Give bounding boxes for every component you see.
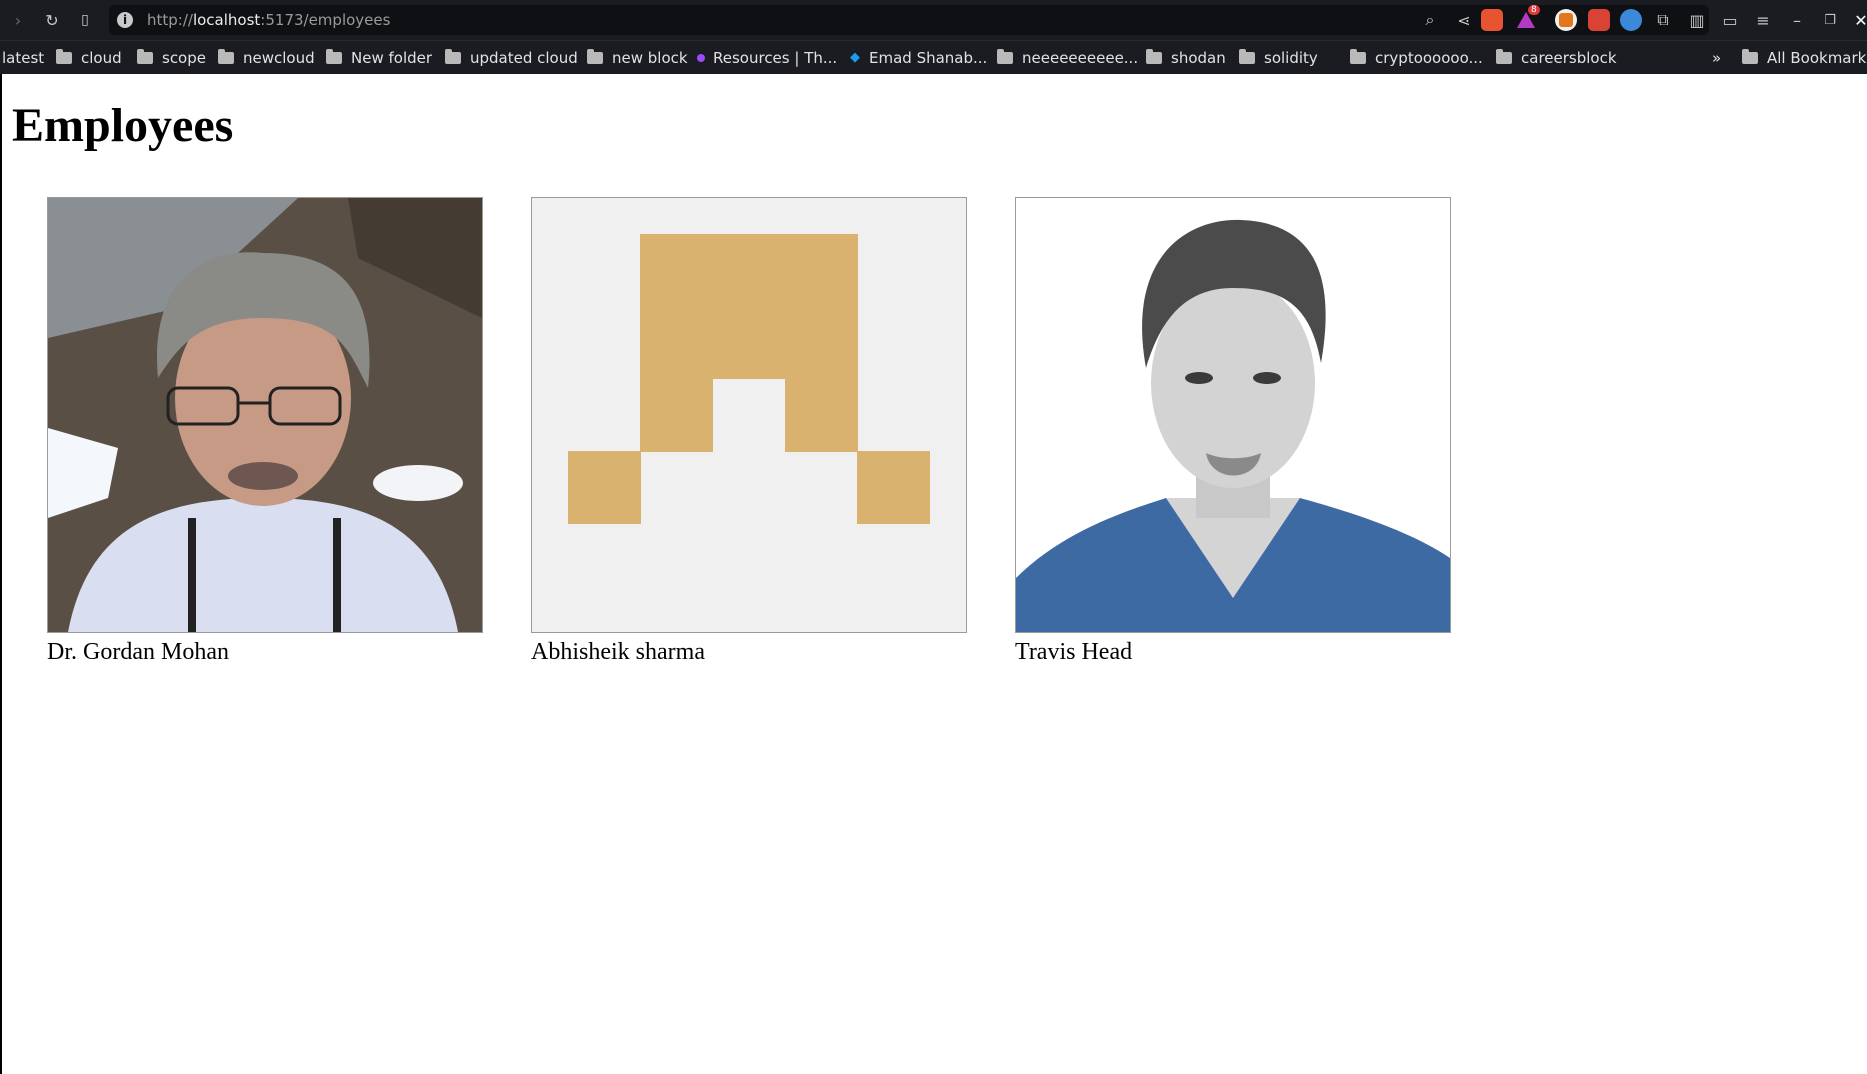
employee-card: Travis Head [1015, 197, 1451, 666]
identicon-block [640, 234, 858, 380]
employee-card: Abhisheik sharma [531, 197, 967, 666]
share-icon[interactable]: ⋖ [1452, 8, 1476, 32]
bookmark-new-folder[interactable]: New folder [326, 41, 432, 74]
folder-icon [445, 48, 461, 64]
employee-name: Abhisheik sharma [531, 639, 705, 665]
zoom-icon[interactable]: ⌕ [1418, 8, 1442, 32]
bookmark-newcloud[interactable]: newcloud [218, 41, 315, 74]
bookmark-neeee[interactable]: neeeeeeeeee... [997, 41, 1138, 74]
employee-photo [1015, 197, 1451, 633]
employee-photo [531, 197, 967, 633]
bookmark-solidity[interactable]: solidity [1239, 41, 1318, 74]
bookmark-new-block[interactable]: new block [587, 41, 688, 74]
restore-icon[interactable]: ❐ [1818, 8, 1842, 32]
folder-icon [1742, 48, 1758, 64]
extension-blue-icon[interactable] [1620, 9, 1642, 31]
bookmark-updated-cloud[interactable]: updated cloud [445, 41, 578, 74]
folder-icon [587, 48, 603, 64]
bookmark-shodan[interactable]: shodan [1146, 41, 1226, 74]
notification-badge: 8 [1528, 5, 1540, 15]
rewards-icon[interactable]: 8 [1515, 5, 1540, 31]
twitter-icon: ◆ [850, 50, 860, 65]
resources-icon [697, 53, 705, 62]
bookmark-latest[interactable]: latest [2, 41, 44, 74]
reload-icon[interactable]: ↻ [40, 8, 64, 32]
page-content: Employees Dr. Gordan Mohan Abhisheik sha… [0, 74, 1867, 1074]
identicon-block [640, 379, 713, 452]
employee-card: Dr. Gordan Mohan [47, 197, 483, 666]
bookmark-icon[interactable]: ▯ [73, 8, 97, 32]
employee-name: Travis Head [1015, 639, 1133, 665]
identicon-block [857, 451, 930, 524]
brave-shield-icon[interactable] [1481, 9, 1503, 31]
folder-icon [1146, 48, 1162, 64]
menu-icon[interactable]: ≡ [1751, 8, 1775, 32]
wallet-icon[interactable]: ▭ [1718, 8, 1742, 32]
bookmark-cloud[interactable]: cloud [56, 41, 122, 74]
metamask-icon[interactable] [1555, 9, 1577, 31]
bookmark-crypto[interactable]: cryptoooooo... [1350, 41, 1483, 74]
minimize-icon[interactable]: – [1785, 8, 1809, 32]
url-text[interactable]: http://localhost:5173/employees [147, 5, 390, 35]
address-bar[interactable]: i http://localhost:5173/employees ⌕ ⋖ [109, 5, 1709, 35]
extensions-icon[interactable]: ⧉ [1651, 8, 1675, 32]
page-title: Employees [12, 99, 234, 152]
identicon-block [568, 451, 641, 524]
browser-toolbar: › ↻ ▯ i http://localhost:5173/employees … [0, 0, 1867, 40]
folder-icon [997, 48, 1013, 64]
folder-icon [1239, 48, 1255, 64]
site-info-icon[interactable]: i [117, 12, 133, 28]
all-bookmarks-button[interactable]: All Bookmarks [1742, 41, 1867, 74]
employee-photo [47, 197, 483, 633]
bookmarks-bar: latest cloud scope newcloud New folder u… [0, 40, 1867, 74]
identicon-block [785, 379, 858, 452]
forward-icon[interactable]: › [6, 8, 30, 32]
folder-icon [137, 48, 153, 64]
folder-icon [218, 48, 234, 64]
folder-icon [326, 48, 342, 64]
folder-icon [1496, 48, 1512, 64]
folder-icon [1350, 48, 1366, 64]
bookmark-emad[interactable]: ◆ Emad Shanab... [850, 41, 987, 74]
employee-name: Dr. Gordan Mohan [47, 639, 229, 665]
bookmarks-overflow-button[interactable]: » [1712, 41, 1721, 74]
bookmark-scope[interactable]: scope [137, 41, 206, 74]
bookmark-resources[interactable]: Resources | Th... [697, 41, 837, 74]
folder-icon [56, 48, 72, 64]
close-icon[interactable]: ✕ [1849, 8, 1867, 32]
extension-red-icon[interactable] [1588, 9, 1610, 31]
bookmark-careersblock[interactable]: careersblock [1496, 41, 1617, 74]
sidebar-icon[interactable]: ▥ [1685, 8, 1709, 32]
